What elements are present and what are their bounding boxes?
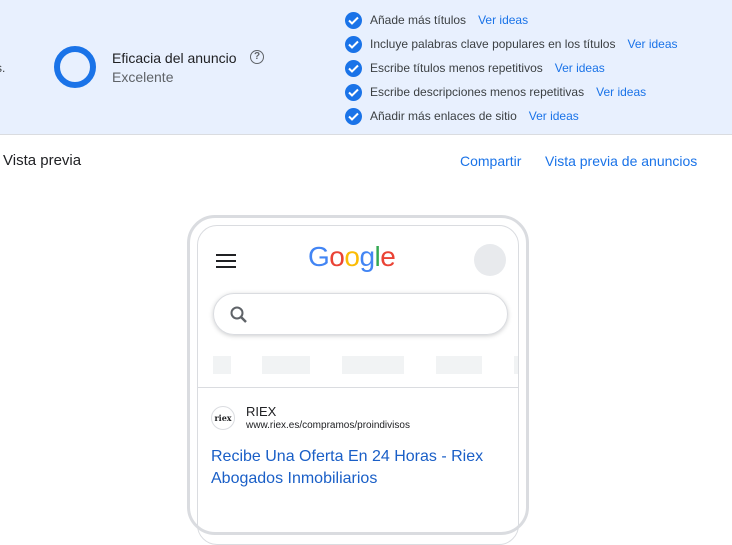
- ad-strength-value: Excelente: [112, 69, 174, 85]
- menu-icon[interactable]: [216, 254, 236, 268]
- see-ideas-link[interactable]: Ver ideas: [627, 37, 677, 51]
- ad-strength-ring-icon: [54, 46, 96, 88]
- suggestion-text: Añadir más enlaces de sitio: [370, 109, 517, 123]
- ad-strength-banner: s. Eficacia del anuncio ? Excelente Añad…: [0, 0, 732, 135]
- advertiser-name: RIEX: [246, 404, 277, 419]
- check-circle-icon: [345, 35, 362, 53]
- see-ideas-link[interactable]: Ver ideas: [529, 109, 579, 123]
- ads-preview-button[interactable]: Vista previa de anuncios: [545, 153, 697, 169]
- phone-mockup: Google riex RIEX www.riex.es/compramos/p…: [187, 215, 529, 545]
- display-url: www.riex.es/compramos/proindivisos: [246, 420, 410, 431]
- suggestion-item: Incluye palabras clave populares en los …: [345, 35, 678, 53]
- check-circle-icon: [345, 107, 362, 125]
- suggestion-item: Escribe descripciones menos repetitivas …: [345, 83, 646, 101]
- preview-title: Vista previa: [3, 152, 82, 169]
- suggestion-text: Incluye palabras clave populares en los …: [370, 37, 616, 51]
- tab-placeholder: [262, 356, 310, 374]
- suggestion-text: Escribe títulos menos repetitivos: [370, 61, 543, 75]
- search-icon: [230, 306, 247, 323]
- check-circle-icon: [345, 11, 362, 29]
- share-button[interactable]: Compartir: [460, 153, 521, 169]
- google-logo: Google: [308, 241, 396, 272]
- avatar[interactable]: [474, 244, 506, 276]
- tab-placeholder: [213, 356, 231, 374]
- help-icon[interactable]: ?: [250, 50, 264, 64]
- search-input[interactable]: [213, 293, 508, 335]
- divider: [198, 387, 518, 388]
- see-ideas-link[interactable]: Ver ideas: [478, 13, 528, 27]
- tab-placeholder: [436, 356, 482, 374]
- tab-placeholder: [514, 356, 518, 374]
- see-ideas-link[interactable]: Ver ideas: [555, 61, 605, 75]
- see-ideas-link[interactable]: Ver ideas: [596, 85, 646, 99]
- tab-placeholder: [342, 356, 404, 374]
- phone-screen: Google riex RIEX www.riex.es/compramos/p…: [197, 225, 519, 545]
- advertiser-favicon: riex: [211, 406, 235, 430]
- ad-strength-label: Eficacia del anuncio: [112, 50, 237, 66]
- check-circle-icon: [345, 59, 362, 77]
- truncated-text: s.: [0, 61, 6, 75]
- check-circle-icon: [345, 83, 362, 101]
- suggestion-item: Añade más títulos Ver ideas: [345, 11, 528, 29]
- suggestion-item: Añadir más enlaces de sitio Ver ideas: [345, 107, 579, 125]
- suggestion-item: Escribe títulos menos repetitivos Ver id…: [345, 59, 605, 77]
- suggestion-text: Añade más títulos: [370, 13, 467, 27]
- ad-headline-link[interactable]: Recibe Una Oferta En 24 Horas - Riex Abo…: [211, 446, 511, 490]
- suggestion-text: Escribe descripciones menos repetitivas: [370, 85, 585, 99]
